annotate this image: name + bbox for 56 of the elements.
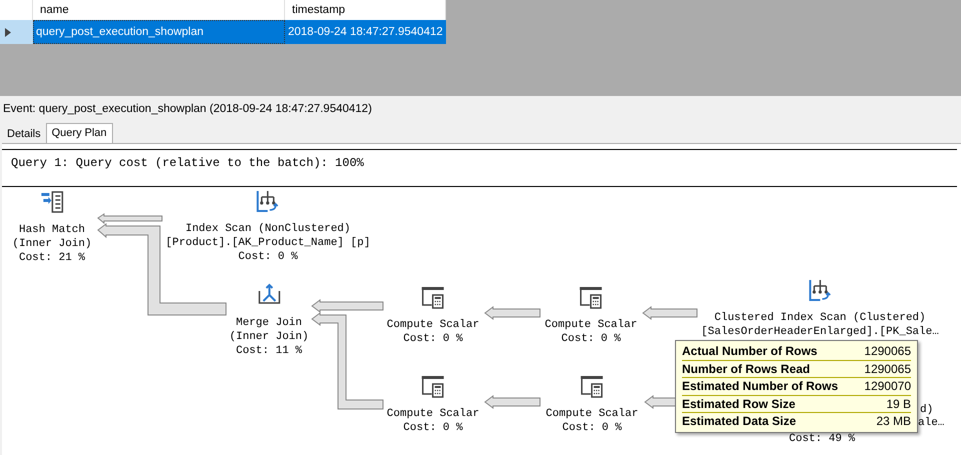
node-cost: Cost: 11 % bbox=[236, 344, 302, 358]
arrow bbox=[484, 306, 540, 320]
tooltip-label: Estimated Number of Rows bbox=[682, 378, 838, 394]
tooltip-label: Actual Number of Rows bbox=[682, 343, 818, 360]
node-cost: Cost: 0 % bbox=[562, 421, 622, 435]
node-label: Compute Scalar bbox=[546, 407, 638, 421]
node-cost: Cost: 0 % bbox=[561, 332, 621, 346]
tooltip-value: 19 B bbox=[886, 396, 911, 412]
node-label: [SalesOrderHeaderEnlarged].[PK_Sale… bbox=[701, 325, 939, 339]
arrow bbox=[642, 306, 698, 320]
row-pointer-icon bbox=[5, 28, 11, 36]
node-label: Index Scan (NonClustered) bbox=[185, 222, 350, 236]
calculator-icon[interactable] bbox=[579, 285, 603, 309]
table-cell[interactable]: query_post_execution_showplan bbox=[33, 20, 285, 44]
tab[interactable]: Query Plan bbox=[46, 123, 113, 143]
index-scan-icon[interactable] bbox=[256, 189, 280, 213]
node-label: d) bbox=[920, 404, 934, 417]
node-label: ale… bbox=[918, 417, 944, 430]
merge-join-icon[interactable] bbox=[257, 283, 281, 307]
tooltip-label: Estimated Data Size bbox=[682, 413, 796, 430]
query-header: Query 1: Query cost (relative to the batch): 100% bbox=[2, 149, 957, 187]
node-cost: Cost: 0 % bbox=[403, 332, 463, 346]
node-cost: Cost: 49 % bbox=[789, 432, 855, 446]
arrow bbox=[484, 395, 540, 409]
index-scan-icon[interactable] bbox=[808, 278, 832, 302]
node-label: Compute Scalar bbox=[544, 318, 638, 332]
column-header[interactable]: timestamp bbox=[285, 0, 446, 20]
tooltip-value: 1290065 bbox=[864, 343, 911, 360]
tooltip-value: 1290070 bbox=[864, 378, 911, 394]
node-cost: Cost: 0 % bbox=[403, 421, 463, 435]
arrow bbox=[644, 395, 676, 409]
corner-header-cell bbox=[0, 0, 33, 20]
node-label: Compute Scalar bbox=[386, 318, 480, 332]
tooltip-label: Estimated Row Size bbox=[682, 396, 796, 412]
node-cost: Cost: 21 % bbox=[18, 251, 85, 265]
calculator-icon[interactable] bbox=[580, 374, 604, 398]
row-header[interactable] bbox=[0, 20, 33, 44]
node-label: Merge Join bbox=[236, 316, 302, 330]
node-label: Compute Scalar bbox=[386, 407, 480, 421]
arrow bbox=[97, 213, 162, 224]
node-label: (Inner Join) bbox=[12, 237, 92, 251]
node-label: Clustered Index Scan (Clustered) bbox=[714, 311, 926, 325]
node-label: [Product].[AK_Product_Name] [p] bbox=[166, 236, 370, 250]
calculator-icon[interactable] bbox=[421, 285, 445, 309]
node-label: (Inner Join) bbox=[229, 330, 309, 344]
calculator-icon[interactable] bbox=[421, 374, 445, 398]
tooltip-value: 1290065 bbox=[864, 360, 911, 377]
event-label: Event: query_post_execution_showplan (2018-09-24 18:47:27.9540412) bbox=[2, 102, 373, 117]
node-cost: Cost: 0 % bbox=[238, 250, 298, 264]
tooltip-value: 23 MB bbox=[876, 413, 911, 430]
hash-match-icon[interactable] bbox=[40, 190, 64, 214]
table-cell[interactable]: 2018-09-24 18:47:27.9540412 bbox=[285, 20, 446, 44]
tab[interactable]: Details bbox=[2, 126, 46, 143]
column-header[interactable]: name bbox=[33, 0, 285, 20]
tooltip-label: Number of Rows Read bbox=[682, 360, 810, 377]
node-label: Hash Match bbox=[18, 223, 85, 237]
